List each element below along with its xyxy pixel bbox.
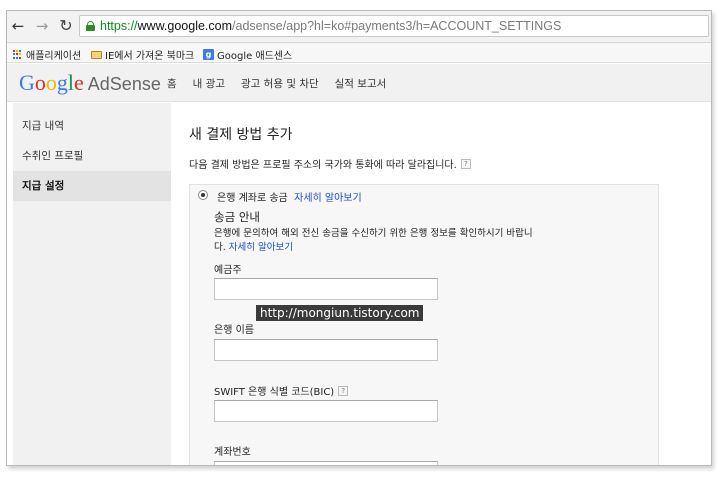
- subtitle-text: 다음 결제 방법은 프로필 주소의 국가와 통화에 따라 달라집니다.: [189, 160, 457, 171]
- field-label-text: 계좌번호: [214, 447, 251, 458]
- screenshot-frame: ← → ↻ https://www.google.com/adsense/app…: [6, 10, 712, 466]
- learn-more-link[interactable]: 자세히 알아보기: [294, 193, 362, 204]
- nav-home[interactable]: 홈: [167, 76, 177, 91]
- url-host: www.google.com: [137, 19, 233, 33]
- bank-name-input[interactable]: [214, 339, 438, 361]
- google-icon: g: [203, 49, 214, 60]
- page-subtitle: 다음 결제 방법은 프로필 주소의 국가와 통화에 따라 달라집니다. ?: [189, 156, 471, 171]
- bookmark-label: IE에서 가져온 북마크: [105, 51, 195, 62]
- watermark-overlay: http://mongiun.tistory.com: [256, 305, 424, 321]
- bookmark-label: 애플리케이션: [26, 51, 82, 62]
- sidebar-item-payment-settings[interactable]: 지급 설정: [13, 171, 171, 201]
- field-label-text: 은행 이름: [214, 325, 254, 336]
- wire-transfer-radio[interactable]: [198, 190, 208, 200]
- reload-icon[interactable]: ↻: [57, 17, 75, 35]
- bookmark-google-adsense[interactable]: g Google 애드센스: [203, 47, 292, 62]
- browser-toolbar: ← → ↻ https://www.google.com/adsense/app…: [7, 11, 711, 43]
- address-bar[interactable]: https://www.google.com/adsense/app?hl=ko…: [79, 15, 709, 37]
- back-arrow-icon[interactable]: ←: [9, 17, 27, 35]
- forward-arrow-icon[interactable]: →: [33, 17, 51, 35]
- wire-transfer-label: 은행 계좌로 송금 자세히 알아보기: [217, 189, 362, 204]
- url-text[interactable]: https://www.google.com/adsense/app?hl=ko…: [100, 19, 561, 33]
- help-icon[interactable]: ?: [460, 158, 471, 169]
- account-number-input[interactable]: [214, 461, 438, 465]
- bookmarks-bar: 애플리케이션 IE에서 가져온 북마크 g Google 애드센스: [7, 43, 711, 63]
- main-content: 새 결제 방법 추가 다음 결제 방법은 프로필 주소의 국가와 통화에 따라 …: [171, 103, 711, 465]
- nav-performance-reports[interactable]: 실적 보고서: [335, 76, 387, 91]
- url-scheme: https://: [100, 19, 138, 33]
- nav-my-ads[interactable]: 내 광고: [193, 76, 225, 91]
- url-path: /adsense/app?hl=ko#payments3/h=ACCOUNT_S…: [232, 19, 562, 33]
- payment-option-panel: 은행 계좌로 송금 자세히 알아보기 송금 안내 은행에 문의하여 해외 전신 …: [189, 184, 659, 465]
- account-number-label: 계좌번호: [214, 443, 251, 458]
- field-label-text: SWIFT 은행 식별 코드(BIC): [214, 387, 335, 398]
- nav-allow-block-ads[interactable]: 광고 허용 및 차단: [241, 76, 319, 91]
- bookmark-ie-folder[interactable]: IE에서 가져온 북마크: [91, 47, 194, 62]
- apps-icon: [13, 49, 23, 60]
- guide-text: 은행에 문의하여 해외 전신 송금을 수신하기 위한 은행 정보를 확인하시기 …: [214, 227, 534, 255]
- folder-icon: [91, 50, 102, 59]
- lock-icon: [86, 21, 95, 31]
- sidebar-item-payment-history[interactable]: 지급 내역: [13, 111, 171, 141]
- adsense-header: Google AdSense 홈 내 광고 광고 허용 및 차단 실적 보고서: [7, 64, 711, 102]
- field-label-text: 예금주: [214, 265, 242, 276]
- swift-code-input[interactable]: [214, 400, 438, 422]
- account-holder-label: 예금주: [214, 261, 242, 276]
- bookmark-apps[interactable]: 애플리케이션: [13, 47, 81, 62]
- sidebar-item-payee-profile[interactable]: 수취인 프로필: [13, 141, 171, 171]
- page-title: 새 결제 방법 추가: [189, 127, 293, 143]
- sidebar: 지급 내역 수취인 프로필 지급 설정: [13, 103, 171, 465]
- bank-name-label: 은행 이름: [214, 321, 254, 336]
- swift-code-label: SWIFT 은행 식별 코드(BIC) ?: [214, 383, 349, 398]
- account-holder-input[interactable]: [214, 278, 438, 300]
- option-label: 은행 계좌로 송금: [217, 193, 288, 204]
- top-nav: 홈 내 광고 광고 허용 및 차단 실적 보고서: [167, 76, 386, 91]
- google-wordmark: Google: [19, 70, 84, 95]
- guide-title: 송금 안내: [214, 210, 260, 224]
- bookmark-label: Google 애드센스: [217, 51, 293, 62]
- guide-learn-more-link[interactable]: 자세히 알아보기: [229, 242, 293, 253]
- help-icon[interactable]: ?: [338, 385, 349, 396]
- product-name: AdSense: [87, 74, 161, 94]
- adsense-logo[interactable]: Google AdSense: [19, 70, 161, 96]
